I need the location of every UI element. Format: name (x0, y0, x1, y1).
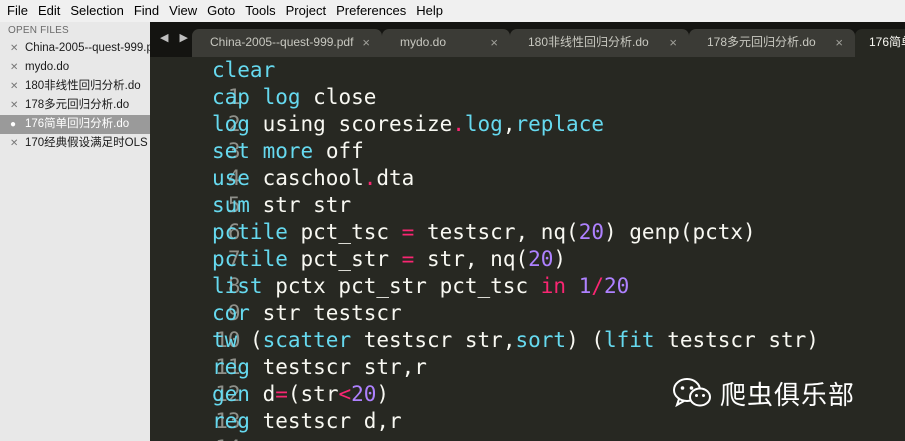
sidebar: OPEN FILES ✕ China-2005--quest-999.pdf ✕… (0, 22, 150, 441)
sidebar-title: OPEN FILES (8, 25, 69, 36)
tab-label: 176简单 (869, 35, 905, 49)
code-line: 1 clear (150, 57, 275, 109)
sidebar-file-label: 178多元回归分析.do (25, 99, 130, 111)
code-text: sum str str (212, 193, 352, 217)
tab-nav-arrows-icon[interactable]: ◀ ▶ (160, 31, 192, 44)
sidebar-file-item[interactable]: ✕ 178多元回归分析.do (0, 96, 150, 115)
tab-176-active[interactable]: 176简单 (855, 29, 905, 57)
code-line: 9 list pctx pct_str pct_tsc in 1/20 (150, 273, 629, 325)
code-line: 12 reg testscr str,r (150, 354, 427, 406)
code-line: 11 tw (scatter testscr str,sort) (lfit t… (150, 327, 819, 379)
code-line: 10 cor str testscr (150, 300, 402, 352)
close-icon[interactable]: ✕ (10, 134, 18, 153)
close-icon[interactable]: ✕ (10, 58, 18, 77)
menu-selection[interactable]: Selection (65, 0, 128, 22)
menu-tools[interactable]: Tools (240, 0, 280, 22)
watermark: 爬虫俱乐部 (672, 373, 855, 413)
code-text: pctile pct_tsc = testscr, nq(20) genp(pc… (212, 220, 756, 244)
code-text: list pctx pct_str pct_tsc in 1/20 (212, 274, 630, 298)
menu-project[interactable]: Project (281, 0, 331, 22)
sidebar-file-item-active[interactable]: ● 176简单回归分析.do (0, 115, 150, 134)
close-icon[interactable]: ✕ (10, 77, 18, 96)
code-line: 13 gen d=(str<20) (150, 381, 389, 433)
tab-pdf[interactable]: China-2005--quest-999.pdf × (192, 29, 382, 57)
code-text: gen d=(str<20) (212, 382, 390, 406)
code-line: 6 sum str str (150, 192, 351, 244)
menu-bar: File Edit Selection Find View Goto Tools… (0, 0, 905, 22)
sidebar-file-label: 176简单回归分析.do (25, 118, 130, 130)
line-number: 14 (201, 435, 240, 441)
tab-label: 178多元回归分析.do (707, 35, 816, 49)
sidebar-file-label: mydo.do (25, 61, 70, 73)
sidebar-file-label: 180非线性回归分析.do (25, 80, 141, 92)
code-line: 3 log using scoresize.log,replace (150, 111, 604, 163)
menu-goto[interactable]: Goto (202, 0, 240, 22)
menu-view[interactable]: View (164, 0, 202, 22)
tab-label: 180非线性回归分析.do (528, 35, 649, 49)
tab-label: mydo.do (400, 35, 447, 49)
code-text: cor str testscr (212, 301, 402, 325)
code-text: reg testscr str,r (212, 355, 427, 379)
code-text: set more off (212, 139, 364, 163)
code-text: use caschool.dta (212, 166, 415, 190)
sidebar-file-item[interactable]: ✕ mydo.do (0, 58, 150, 77)
sidebar-file-item[interactable]: ✕ 180非线性回归分析.do (0, 77, 150, 96)
tab-180[interactable]: 180非线性回归分析.do × (510, 29, 689, 57)
code-line: 8 pctile pct_str = str, nq(20) (150, 246, 566, 298)
sidebar-file-label: China-2005--quest-999.pdf (25, 42, 150, 54)
code-text: cap log close (212, 85, 377, 109)
tab-178[interactable]: 178多元回归分析.do × (689, 29, 855, 57)
code-text: pctile pct_str = str, nq(20) (212, 247, 567, 271)
code-text: log using scoresize.log,replace (212, 112, 604, 136)
code-line: 7 pctile pct_tsc = testscr, nq(20) genp(… (150, 219, 756, 271)
close-icon[interactable]: × (835, 29, 843, 56)
close-icon[interactable]: × (669, 29, 677, 56)
sidebar-file-label: 170经典假设满足时OLS (25, 137, 148, 149)
close-icon[interactable]: × (490, 29, 498, 56)
menu-edit[interactable]: Edit (33, 0, 65, 22)
sidebar-file-item[interactable]: ✕ China-2005--quest-999.pdf (0, 39, 150, 58)
code-line: 14 reg testscr d,r (150, 408, 402, 441)
tab-label: China-2005--quest-999.pdf (210, 35, 354, 49)
menu-preferences[interactable]: Preferences (331, 0, 411, 22)
code-line: 2 cap log close (150, 84, 376, 136)
close-icon[interactable]: × (362, 29, 370, 56)
menu-find[interactable]: Find (129, 0, 164, 22)
code-line: 5 use caschool.dta (150, 165, 414, 217)
code-line: 4 set more off (150, 138, 364, 190)
tab-mydo[interactable]: mydo.do × (382, 29, 510, 57)
menu-help[interactable]: Help (411, 0, 448, 22)
watermark-text: 爬虫俱乐部 (720, 380, 856, 411)
code-text: tw (scatter testscr str,sort) (lfit test… (212, 328, 819, 352)
menu-file[interactable]: File (2, 0, 33, 22)
close-icon[interactable]: ✕ (10, 39, 18, 58)
wechat-icon (673, 378, 711, 408)
dot-icon[interactable]: ● (10, 115, 16, 134)
sidebar-file-item[interactable]: ✕ 170经典假设满足时OLS (0, 134, 150, 153)
code-text: reg testscr d,r (212, 409, 402, 433)
tab-bar: ◀ ▶ China-2005--quest-999.pdf × mydo.do … (150, 22, 905, 57)
close-icon[interactable]: ✕ (10, 96, 18, 115)
code-text: clear (212, 58, 276, 82)
